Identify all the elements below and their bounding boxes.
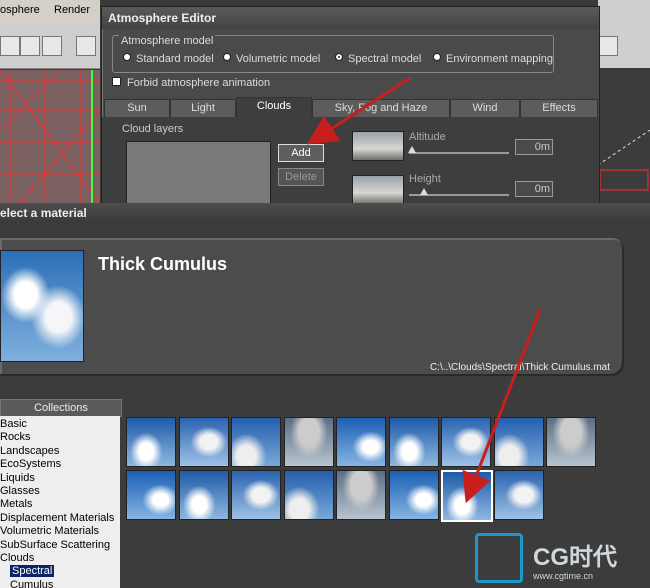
logo-mark-icon [475,533,523,583]
annotation-arrows [306,76,542,504]
arrow-to-thumbnail [462,309,542,504]
cg-time-logo: CG时代 www.cgtime.cn [475,533,645,583]
arrow-to-add [306,76,411,145]
logo-text: CG时代 [533,544,617,571]
logo-url: www.cgtime.cn [533,571,594,581]
